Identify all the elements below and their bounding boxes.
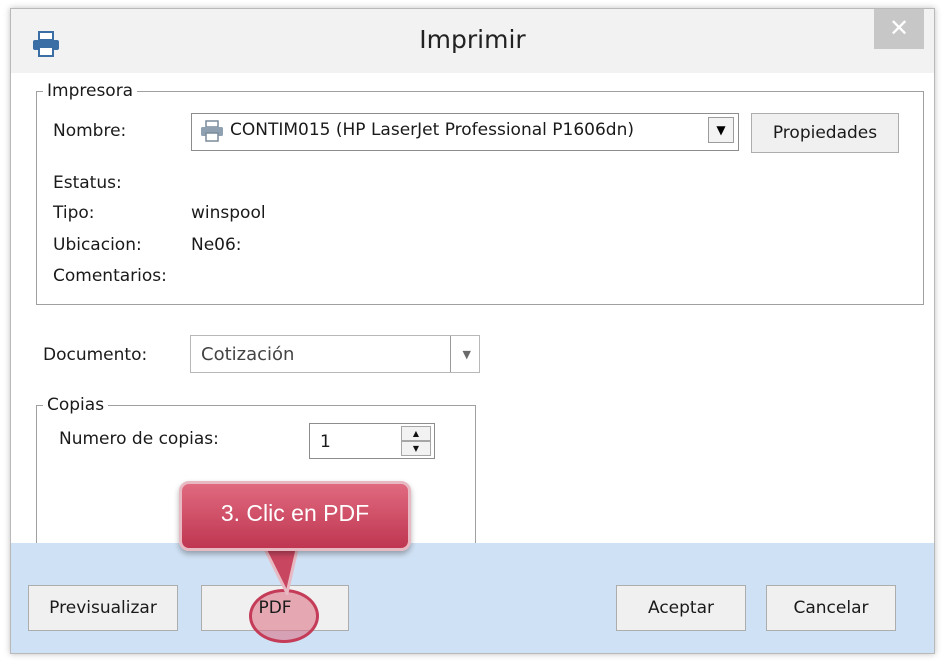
printer-group-legend: Impresora <box>47 81 134 101</box>
print-dialog: Imprimir ✕ Impresora Nombre: CONTIM015 (… <box>10 8 935 654</box>
location-label: Ubicacion: <box>53 235 142 255</box>
type-value: winspool <box>191 203 266 223</box>
close-button[interactable]: ✕ <box>874 9 924 49</box>
window-title: Imprimir <box>419 25 526 54</box>
copies-group-legend: Copias <box>47 395 105 415</box>
document-select-divider <box>450 336 451 372</box>
copies-stepper-value[interactable]: 1 <box>320 432 331 452</box>
copies-count-label: Numero de copias: <box>59 429 219 449</box>
document-select-value: Cotización <box>201 344 295 365</box>
status-label: Estatus: <box>53 173 122 193</box>
accept-button[interactable]: Aceptar <box>616 585 746 631</box>
preview-button[interactable]: Previsualizar <box>28 585 178 631</box>
location-value: Ne06: <box>191 235 242 255</box>
copies-stepper[interactable]: 1 ▲ ▼ <box>309 423 435 459</box>
document-label: Documento: <box>43 345 148 365</box>
callout-bubble: 3. Clic en PDF <box>179 481 411 551</box>
chevron-down-icon[interactable]: ▼ <box>708 117 734 143</box>
printer-name-label: Nombre: <box>53 121 127 141</box>
stepper-up-icon[interactable]: ▲ <box>401 426 431 441</box>
printer-small-icon <box>201 120 223 142</box>
callout-text: 3. Clic en PDF <box>220 500 370 526</box>
printer-select-value: CONTIM015 (HP LaserJet Professional P160… <box>230 120 634 140</box>
printer-select[interactable]: CONTIM015 (HP LaserJet Professional P160… <box>191 113 739 151</box>
chevron-down-icon[interactable]: ▼ <box>463 348 471 361</box>
stepper-down-icon[interactable]: ▼ <box>401 441 431 456</box>
preview-button-label: Previsualizar <box>49 598 157 618</box>
type-label: Tipo: <box>53 203 95 223</box>
document-select[interactable]: Cotización ▼ <box>190 335 480 373</box>
properties-button[interactable]: Propiedades <box>751 113 899 153</box>
title-bar: Imprimir ✕ <box>11 9 934 73</box>
pdf-button-label: PDF <box>258 598 292 618</box>
comments-label: Comentarios: <box>53 266 167 286</box>
cancel-button[interactable]: Cancelar <box>766 585 896 631</box>
dialog-body: Impresora Nombre: CONTIM015 (HP LaserJet… <box>11 73 934 547</box>
